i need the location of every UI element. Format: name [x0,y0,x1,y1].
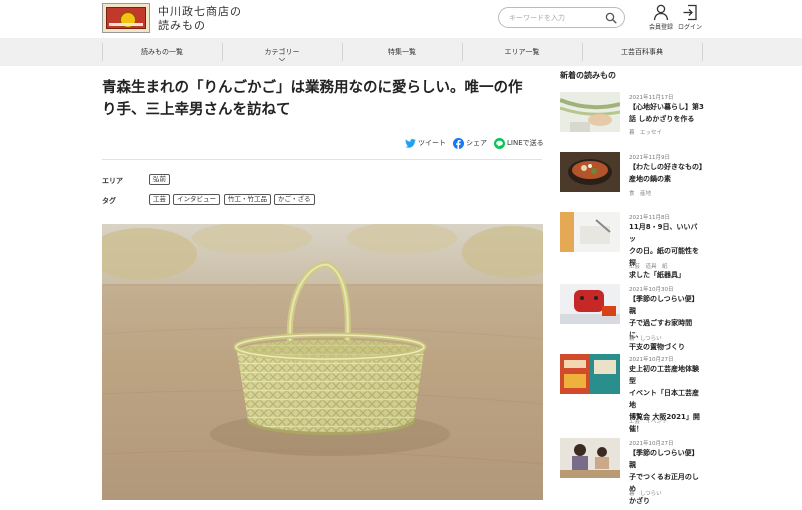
card-category: 暮 しつらい [629,336,662,342]
nav-item-category[interactable]: カテゴリー [222,38,342,66]
nav-item-areas[interactable]: エリア一覧 [462,38,582,66]
card-title-line: 干支の置物づくり [629,343,685,351]
card-date: 2021年11月8日 [629,215,670,221]
register-button[interactable]: 会員登録 [647,4,675,34]
card-title-line: 【季節のしつらい便】親 [629,449,699,469]
line-share-label: LINEで送る [507,139,544,147]
main-nav: 読みもの一覧 カテゴリー 特集一覧 エリア一覧 工芸百科事典 [0,38,802,66]
article-title: 青森生まれの「りんごかご」は業務用なのに愛らしい。唯一の作 り手、三上幸男さんを… [102,77,542,121]
card-date: 2021年11月17日 [629,95,674,101]
hero-image [102,224,543,500]
card-category: 工芸 道具 紙 [629,264,668,270]
card-title-line: 11月8・9日、いいバッ [629,223,698,243]
tag-item[interactable]: 工芸 [149,194,170,205]
card-thumbnail[interactable] [560,354,620,394]
site-header: 中川政七商店の 読みもの 会員登録 ログイン [0,0,802,38]
sidebar-heading: 新着の読みもの [560,71,616,80]
card-title-line: 【わたしの好きなもの】 [629,163,706,171]
search-box [498,7,625,28]
area-label: エリア [102,177,123,185]
card-date: 2021年11月9日 [629,155,670,161]
card-thumbnail[interactable] [560,92,620,132]
facebook-icon [453,137,464,149]
search-input[interactable] [509,10,604,26]
share-label: シェア [466,139,487,147]
facebook-share-button[interactable]: シェア [453,137,487,149]
article-title-line-2: り手、三上幸男さんを訪ねて [102,102,291,118]
article-title-line-1: 青森生まれの「りんごかご」は業務用なのに愛らしい。唯一の作 [102,80,523,96]
tag-item[interactable]: かご・ざる [274,194,315,205]
card-category: 食 産地 [629,191,652,197]
card-thumbnail[interactable] [560,284,620,324]
brand-name[interactable]: 中川政七商店の 読みもの [158,5,242,33]
apple-basket-photo [102,224,543,500]
tweet-label: ツイート [418,139,446,147]
card-title[interactable]: 【わたしの好きなもの】 産地の鍋の素 [629,161,706,185]
card-title[interactable]: 【季節のしつらい便】親 子でつくるお正月のしめ かざり [629,447,704,507]
card-category: 暮 しつらい [629,491,662,497]
line-share-button[interactable]: LINEで送る [494,137,544,149]
user-icon [653,4,669,21]
nav-item-encyclopedia[interactable]: 工芸百科事典 [582,38,702,66]
login-label: ログイン [677,24,702,31]
card-title-line: 求した「紙器具」 [629,271,685,279]
twitter-icon [405,138,416,148]
card-category: 工芸 イベント [629,419,668,425]
brand-line-1: 中川政七商店の [158,5,242,18]
card-title-line: 【心地好い暮らし】第3 [629,103,704,111]
tag-item[interactable]: 竹工・竹工品 [224,194,271,205]
card-thumbnail[interactable] [560,212,620,252]
line-icon [494,137,505,149]
parent-child-thumbnail [560,438,620,478]
eto-ornament-thumbnail [560,284,620,324]
tag-item[interactable]: インタビュー [173,194,220,205]
tweet-button[interactable]: ツイート [405,137,446,149]
paper-tool-thumbnail [560,212,620,252]
tag-label: タグ [102,197,116,205]
card-title-line: 産地の鍋の素 [629,175,671,183]
search-icon[interactable] [605,12,617,24]
card-category: 暮 エッセイ [629,130,663,136]
nabe-thumbnail [560,152,620,192]
area-tag[interactable]: 弘前 [149,174,170,185]
nav-separator [702,43,703,61]
card-title-line: イベント「日本工芸産地 [629,389,699,409]
site-logo[interactable] [102,3,150,33]
card-title[interactable]: 【季節のしつらい便】親 子で過ごすお家時間に、 干支の置物づくり [629,293,704,353]
nav-item-articles[interactable]: 読みもの一覧 [102,38,222,66]
card-title-line: 話 しめかざりを作る [629,115,695,123]
card-title-line: 史上初の工芸産地体験型 [629,365,699,385]
login-button[interactable]: ログイン [676,4,704,34]
divider [102,159,542,160]
brand-line-2: 読みもの [158,19,206,32]
card-title[interactable]: 【心地好い暮らし】第3 話 しめかざりを作る [629,101,704,125]
card-date: 2021年10月30日 [629,287,674,293]
expo-poster-thumbnail [560,354,620,394]
card-thumbnail[interactable] [560,438,620,478]
login-icon [683,4,697,21]
card-date: 2021年10月27日 [629,441,674,447]
card-title[interactable]: 11月8・9日、いいバッ クの日。紙の可能性を探 求した「紙器具」 [629,221,704,281]
shimekazari-thumbnail [560,92,620,132]
card-title-line: 【季節のしつらい便】親 [629,295,699,315]
chevron-down-icon [279,58,285,61]
card-date: 2021年10月27日 [629,357,674,363]
register-label: 会員登録 [648,24,673,31]
nav-item-features[interactable]: 特集一覧 [342,38,462,66]
card-thumbnail[interactable] [560,152,620,192]
